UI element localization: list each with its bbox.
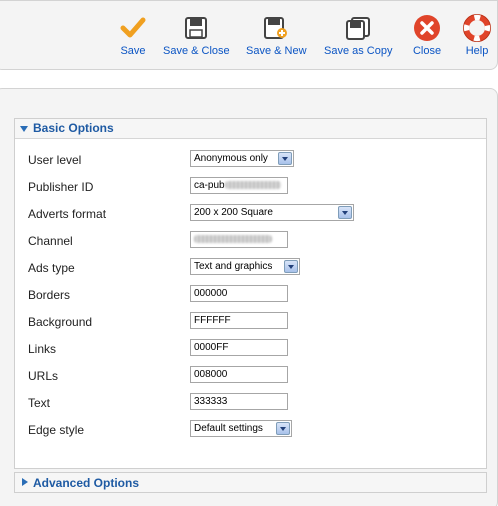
chevron-down-icon [276,422,290,435]
save-close-button[interactable]: Save & Close [163,13,230,61]
background-label: Background [28,315,93,329]
ads-type-row: Ads type Text and graphics [28,258,468,278]
publisher-id-input[interactable]: ca-pub [190,177,288,194]
channel-input[interactable] [190,231,288,248]
user-level-value: Anonymous only [194,153,268,164]
basic-options-title: Basic Options [33,121,114,135]
floppy-disk-icon [180,13,212,43]
background-input[interactable]: FFFFFF [190,312,288,329]
save-as-copy-label: Save as Copy [324,45,393,57]
checkmark-icon [117,13,149,43]
ads-type-label: Ads type [28,261,75,275]
basic-options-pane: Basic Options User level Anonymous only … [14,118,487,469]
save-close-label: Save & Close [163,45,230,57]
channel-row: Channel [28,231,468,251]
borders-label: Borders [28,288,71,302]
text-label: Text [28,396,51,410]
ads-type-value: Text and graphics [194,261,273,272]
links-row: Links 0000FF [28,339,468,359]
save-label: Save [120,45,146,57]
borders-input[interactable]: 000000 [190,285,288,302]
collapsed-triangle-icon [22,478,28,486]
advanced-options-header[interactable]: Advanced Options [14,472,487,493]
save-new-button[interactable]: Save & New [246,13,307,61]
chevron-down-icon [338,206,352,219]
publisher-id-label: Publisher ID [28,180,94,194]
adverts-format-value: 200 x 200 Square [194,207,273,218]
expanded-triangle-icon [20,126,28,132]
advanced-options-title: Advanced Options [33,476,140,490]
user-level-select[interactable]: Anonymous only [190,150,294,167]
adverts-format-label: Adverts format [28,207,107,221]
floppy-disk-copy-icon [342,13,374,43]
help-button[interactable]: Help [461,13,493,61]
chevron-down-icon [278,152,292,165]
edge-style-value: Default settings [194,423,263,434]
user-level-row: User level Anonymous only [28,150,468,170]
borders-row: Borders 000000 [28,285,468,305]
text-row: Text 333333 [28,393,468,413]
edge-style-row: Edge style Default settings [28,420,468,440]
redacted-text [194,235,272,244]
ads-type-select[interactable]: Text and graphics [190,258,300,275]
links-input[interactable]: 0000FF [190,339,288,356]
toolbar: Save Save & Close Save & New Save as Cop… [0,0,498,70]
save-as-copy-button[interactable]: Save as Copy [324,13,392,61]
publisher-id-row: Publisher ID ca-pub [28,177,468,197]
save-new-label: Save & New [246,45,307,57]
text-input[interactable]: 333333 [190,393,288,410]
lifebuoy-icon [461,13,493,43]
basic-options-header[interactable]: Basic Options [15,119,486,139]
redacted-text [224,181,281,190]
adverts-format-row: Adverts format 200 x 200 Square [28,204,468,224]
urls-label: URLs [28,369,59,383]
chevron-down-icon [284,260,298,273]
background-row: Background FFFFFF [28,312,468,332]
channel-label: Channel [28,234,73,248]
adverts-format-select[interactable]: 200 x 200 Square [190,204,354,221]
links-label: Links [28,342,57,356]
help-label: Help [465,45,489,57]
edge-style-label: Edge style [28,423,85,437]
floppy-disk-new-icon [260,13,292,43]
user-level-label: User level [28,153,82,167]
close-button[interactable]: Close [411,13,443,61]
save-button[interactable]: Save [117,13,149,61]
close-label: Close [412,45,442,57]
publisher-id-value: ca-pub [194,180,225,191]
close-icon [411,13,443,43]
urls-input[interactable]: 008000 [190,366,288,383]
urls-row: URLs 008000 [28,366,468,386]
edge-style-select[interactable]: Default settings [190,420,292,437]
